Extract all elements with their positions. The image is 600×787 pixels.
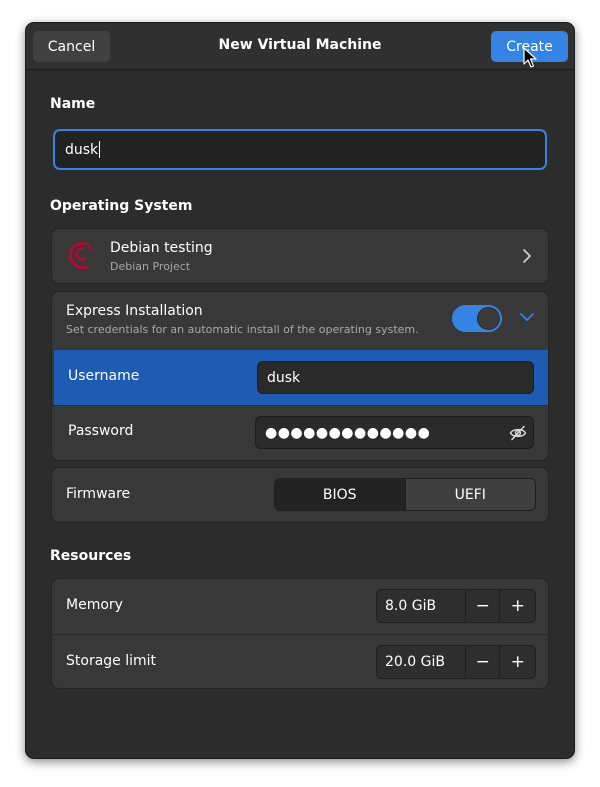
firmware-label: Firmware [66, 486, 131, 502]
memory-row: Memory 8.0 GiB − + [52, 579, 548, 634]
vm-name-input[interactable]: dusk [53, 129, 547, 170]
memory-decrease-button[interactable]: − [466, 590, 501, 622]
password-row: Password ●●●●●●●●●●●●● [52, 405, 548, 460]
resources-card: Memory 8.0 GiB − + Storage limit 20.0 Gi… [51, 578, 549, 689]
express-install-toggle[interactable] [452, 305, 502, 332]
memory-label: Memory [66, 597, 123, 613]
text-caret [99, 141, 101, 158]
express-install-subtitle: Set credentials for an automatic install… [66, 323, 419, 336]
new-vm-dialog: Cancel New Virtual Machine Create Name d… [25, 22, 575, 759]
os-selector-row[interactable]: Debian testing Debian Project [51, 228, 549, 284]
name-section-label: Name [50, 96, 96, 112]
os-section-label: Operating System [50, 198, 193, 214]
username-input[interactable]: dusk [257, 361, 534, 394]
password-label: Password [68, 423, 134, 439]
chevron-down-icon[interactable] [519, 312, 535, 322]
firmware-row: Firmware BIOS UEFI [51, 467, 549, 523]
memory-spinbutton: 8.0 GiB − + [376, 589, 536, 623]
debian-swirl-icon [69, 242, 92, 270]
storage-label: Storage limit [66, 653, 157, 669]
chevron-right-icon [523, 249, 531, 263]
os-vendor: Debian Project [110, 260, 191, 273]
firmware-option-bios[interactable]: BIOS [275, 479, 406, 510]
storage-increase-button[interactable]: + [500, 646, 535, 678]
password-mask: ●●●●●●●●●●●●● [265, 424, 431, 441]
memory-increase-button[interactable]: + [500, 590, 535, 622]
toggle-knob [477, 307, 500, 330]
hide-password-icon[interactable] [509, 424, 527, 442]
express-install-title: Express Installation [66, 303, 203, 319]
storage-decrease-button[interactable]: − [466, 646, 501, 678]
header-bar: Cancel New Virtual Machine Create [26, 23, 574, 70]
os-name: Debian testing [110, 240, 213, 256]
username-row: Username dusk [54, 350, 548, 405]
storage-row: Storage limit 20.0 GiB − + [52, 634, 548, 688]
username-label: Username [68, 368, 140, 384]
firmware-option-uefi[interactable]: UEFI [405, 479, 535, 510]
vm-name-value: dusk [65, 141, 99, 158]
express-installation-card: Express Installation Set credentials for… [51, 291, 549, 461]
password-input[interactable]: ●●●●●●●●●●●●● [255, 416, 534, 449]
resources-section-label: Resources [50, 548, 132, 564]
storage-value-input[interactable]: 20.0 GiB [377, 646, 466, 678]
firmware-selector: BIOS UEFI [274, 478, 536, 511]
mouse-pointer-icon [523, 47, 537, 68]
storage-spinbutton: 20.0 GiB − + [376, 645, 536, 679]
memory-value-input[interactable]: 8.0 GiB [377, 590, 466, 622]
